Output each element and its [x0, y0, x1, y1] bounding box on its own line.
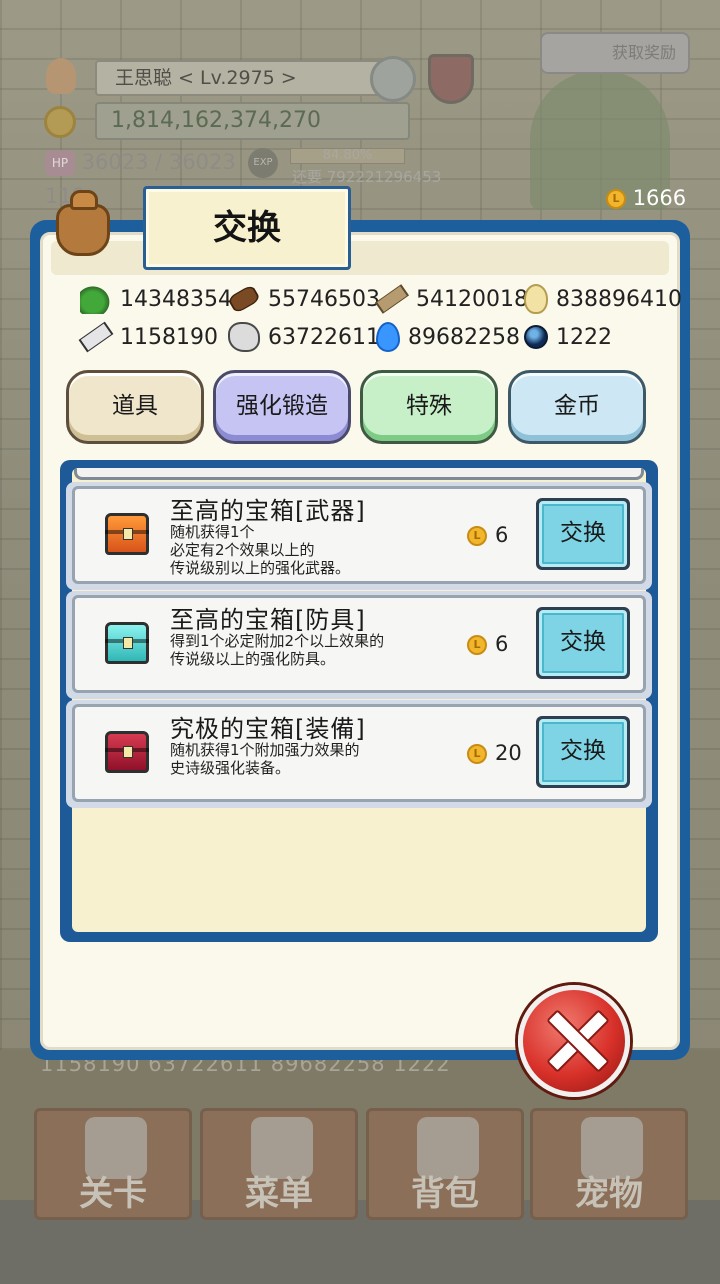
tab-gold[interactable]: 金币 — [508, 370, 646, 444]
list-item: 究极的宝箱[装備] 随机获得1个附加强力效果的 史诗级强化装备。 L 20 交换 — [66, 700, 652, 808]
shield-icon — [428, 54, 474, 104]
item-title: 究极的宝箱[装備] — [170, 715, 366, 743]
modal-title-tab: 交换 — [143, 186, 351, 270]
nav-pet-label: 宠物 — [575, 1174, 643, 1214]
coin-icon: L — [467, 744, 487, 764]
item-price: L 20 — [467, 741, 522, 765]
sack-icon — [52, 190, 114, 260]
nav-pet-button[interactable]: 宠物 — [530, 1108, 688, 1220]
nav-stage-button[interactable]: 关卡 — [34, 1108, 192, 1220]
nav-backpack-label: 背包 — [411, 1174, 479, 1214]
resource-gem: 1222 — [524, 320, 612, 354]
nav-menu-button[interactable]: 菜单 — [200, 1108, 358, 1220]
exp-need: 还要 792221296453 — [292, 168, 442, 186]
resource-stone: 63722611 — [228, 320, 380, 354]
plank-icon — [375, 284, 409, 314]
list-item: 至高的宝箱[防具] 得到1个必定附加2个以上效果的 传说级以上的强化防具。 L6… — [66, 591, 652, 699]
coin-icon: L — [467, 526, 487, 546]
resource-iron: 1158190 — [78, 320, 228, 354]
gold-coin-icon — [44, 106, 76, 138]
player-gold: 1,814,162,374,270 — [95, 102, 410, 140]
list-item: 至高的宝箱[武器] 随机获得1个 必定有2个效果以上的 传说级别以上的强化武器。… — [66, 482, 652, 590]
item-price: L6 — [467, 523, 508, 547]
chest-icon — [105, 513, 149, 555]
player-avatar — [46, 58, 76, 94]
nav-backpack-button[interactable]: 背包 — [366, 1108, 524, 1220]
close-button[interactable] — [518, 985, 630, 1097]
blue-flame-icon — [376, 322, 400, 352]
modal-title: 交换 — [213, 208, 281, 248]
resource-grid: 14348354 55746503 54120018 838896410 115… — [78, 282, 690, 358]
exp-bar: 84.80% — [290, 148, 405, 164]
chest-icon — [105, 731, 149, 773]
coin-icon: L — [606, 189, 626, 209]
resource-plank: 54120018 — [375, 282, 528, 316]
resource-oil: 838896410 — [524, 282, 682, 316]
item-title: 至高的宝箱[防具] — [170, 606, 366, 634]
coin-counter: L 1666 — [606, 184, 686, 212]
tab-forge[interactable]: 强化锻造 — [213, 370, 351, 444]
exchange-button[interactable]: 交换 — [536, 498, 630, 570]
list-item-partial — [74, 468, 644, 480]
hp-icon: HP — [45, 150, 75, 176]
item-description: 随机获得1个附加强力效果的 史诗级强化装备。 — [170, 741, 360, 777]
herb-icon — [80, 284, 112, 314]
nav-stage-label: 关卡 — [79, 1174, 147, 1214]
nav-menu-label: 菜单 — [245, 1174, 313, 1214]
resource-log: 55746503 — [227, 282, 380, 316]
hp-value: 36023 / 36023 — [81, 150, 236, 174]
item-price: L6 — [467, 632, 508, 656]
iron-bar-icon — [78, 321, 114, 353]
dark-gem-icon — [524, 325, 548, 349]
orb-icon — [370, 56, 416, 102]
item-title: 至高的宝箱[武器] — [170, 497, 366, 525]
resource-herb: 14348354 — [80, 282, 232, 316]
coin-counter-value: 1666 — [632, 186, 687, 210]
reward-button[interactable]: 获取奖励 — [540, 32, 690, 74]
exp-icon: EXP — [248, 148, 278, 178]
player-name-level: 王思聪 < Lv.2975 > — [95, 60, 410, 96]
log-icon — [227, 284, 261, 314]
stone-icon — [228, 322, 260, 352]
hp-row: HP 36023 / 36023 — [45, 150, 236, 176]
item-description: 得到1个必定附加2个以上效果的 传说级以上的强化防具。 — [170, 632, 385, 668]
resource-flame: 89682258 — [376, 320, 524, 354]
coin-icon: L — [467, 635, 487, 655]
exchange-button[interactable]: 交换 — [536, 716, 630, 788]
item-description: 随机获得1个 必定有2个效果以上的 传说级别以上的强化武器。 — [170, 523, 351, 577]
tab-items[interactable]: 道具 — [66, 370, 204, 444]
oil-drop-icon — [524, 284, 548, 314]
exchange-button[interactable]: 交换 — [536, 607, 630, 679]
tab-special[interactable]: 特殊 — [360, 370, 498, 444]
category-tabs: 道具 强化锻造 特殊 金币 — [66, 370, 648, 446]
chest-icon — [105, 622, 149, 664]
